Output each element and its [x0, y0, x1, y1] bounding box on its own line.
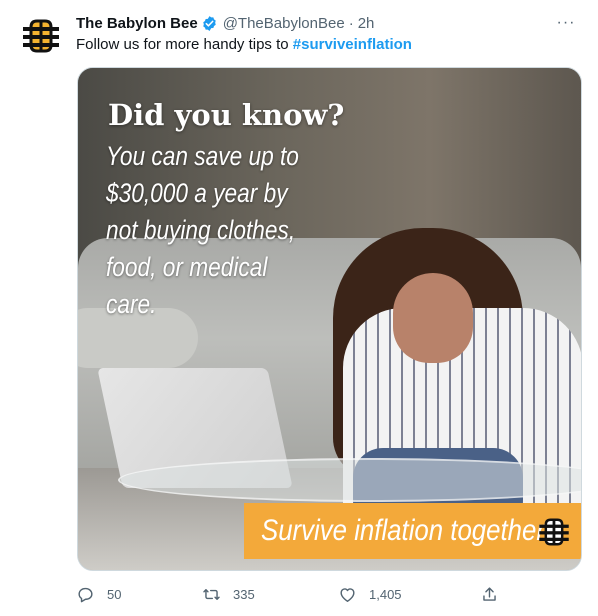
tweet-actions: 50 335 1,405: [66, 582, 586, 606]
reply-icon: [78, 587, 93, 602]
hashtag-link[interactable]: #surviveinflation: [293, 36, 412, 53]
bee-logo-icon: [539, 518, 569, 546]
image-body-line: food, or medical care.: [106, 252, 268, 319]
retweet-icon: [203, 588, 220, 600]
share-icon: [483, 586, 496, 601]
image-body-line: You can save up to: [106, 141, 299, 171]
like-icon: [340, 587, 355, 602]
reply-count: 50: [107, 586, 122, 602]
separator-dot: ·: [348, 14, 354, 32]
share-button[interactable]: [480, 582, 511, 606]
photo-woman-face: [393, 273, 473, 363]
author-handle[interactable]: @TheBabylonBee: [223, 15, 345, 32]
verified-badge-icon: [201, 15, 218, 32]
image-banner: Survive inflation together.: [244, 503, 581, 559]
like-button[interactable]: 1,405: [338, 582, 402, 606]
author-name[interactable]: The Babylon Bee: [76, 15, 198, 32]
tweet-text-body: Follow us for more handy tips to: [76, 36, 293, 53]
tweet-media-image[interactable]: Did you know? You can save up to $30,000…: [77, 67, 582, 571]
image-headline: Did you know?: [108, 98, 345, 132]
tweet-header: The Babylon Bee @TheBabylonBee · 2h ···: [76, 12, 586, 34]
reply-button[interactable]: 50: [76, 582, 121, 606]
more-icon[interactable]: ···: [552, 10, 580, 36]
tweet[interactable]: The Babylon Bee @TheBabylonBee · 2h ··· …: [0, 0, 598, 616]
image-body-text: You can save up to $30,000 a year by not…: [106, 138, 308, 323]
retweet-button[interactable]: 335: [202, 582, 255, 606]
tweet-time[interactable]: 2h: [358, 15, 375, 32]
bee-logo-icon: [23, 19, 59, 53]
avatar[interactable]: [17, 12, 65, 60]
image-body-line: $30,000 a year by: [106, 178, 288, 208]
tweet-text: Follow us for more handy tips to #surviv…: [76, 35, 412, 55]
banner-text: Survive inflation together.: [261, 514, 552, 547]
image-body-line: not buying clothes,: [106, 215, 296, 245]
like-count: 1,405: [369, 586, 402, 602]
retweet-count: 335: [233, 586, 255, 602]
